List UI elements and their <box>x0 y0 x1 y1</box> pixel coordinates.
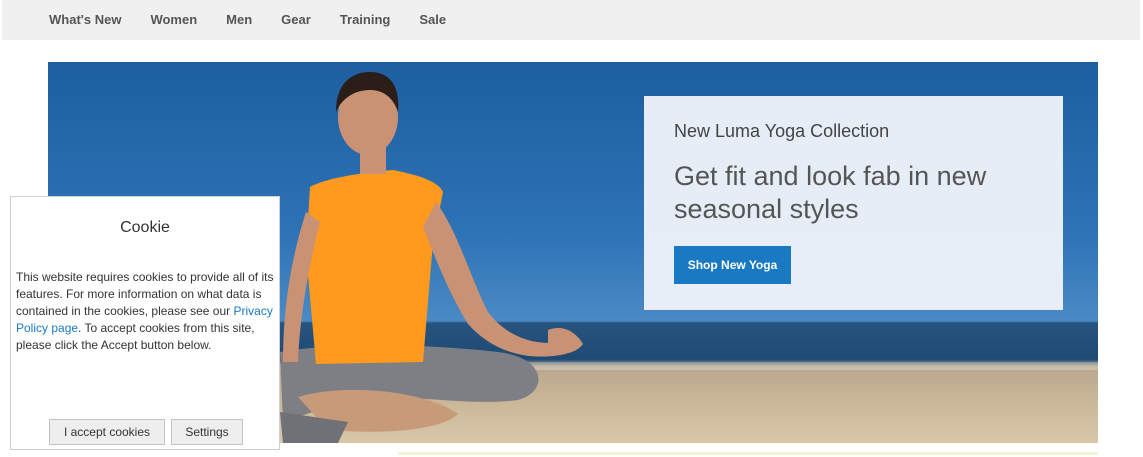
accept-cookies-button[interactable]: I accept cookies <box>49 419 165 445</box>
nav-menu: What's New Women Men Gear Training Sale <box>49 12 475 27</box>
cookie-message: This website requires cookies to provide… <box>16 269 274 354</box>
promo-subtitle: New Luma Yoga Collection <box>674 121 890 141</box>
nav-item-training[interactable]: Training <box>340 12 391 27</box>
bottom-strip <box>398 452 1098 455</box>
shop-new-yoga-button[interactable]: Shop New Yoga <box>674 246 791 284</box>
top-navigation: What's New Women Men Gear Training Sale <box>2 0 1140 40</box>
nav-item-gear[interactable]: Gear <box>281 12 311 27</box>
cookie-title: Cookie <box>120 219 170 236</box>
nav-item-women[interactable]: Women <box>150 12 197 27</box>
nav-item-whats-new[interactable]: What's New <box>49 12 121 27</box>
cookie-buttons: I accept cookies Settings <box>49 419 243 445</box>
nav-item-men[interactable]: Men <box>226 12 252 27</box>
promo-panel: New Luma Yoga Collection Get fit and loo… <box>644 96 1063 310</box>
promo-headline: Get fit and look fab in new seasonal sty… <box>674 161 987 224</box>
nav-item-sale[interactable]: Sale <box>419 12 446 27</box>
cookie-dialog: Cookie This website requires cookies to … <box>10 196 280 450</box>
cookie-settings-button[interactable]: Settings <box>171 419 243 445</box>
